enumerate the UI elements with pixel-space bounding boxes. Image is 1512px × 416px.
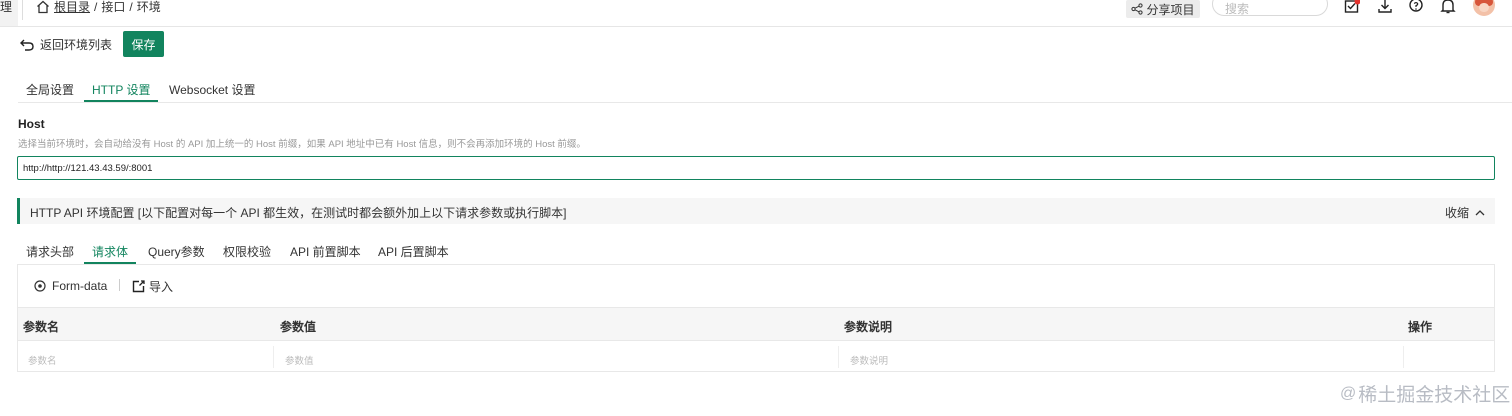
settings-tabs: 全局设置 HTTP 设置 Websocket 设置 [18,80,1512,103]
share-icon [1131,3,1144,15]
sidebar-stub[interactable]: 理 [0,0,18,26]
help-icon[interactable] [1408,0,1424,16]
tab-websocket-settings[interactable]: Websocket 设置 [161,82,263,102]
host-value: http://http://121.43.43.59/:8001 [23,163,153,174]
breadcrumb-root[interactable]: 根目录 [54,0,90,14]
breadcrumb-item-interface[interactable]: 接口 [101,0,125,14]
col-param-value: 参数值 [280,320,317,334]
sidebar-stub-text: 理 [0,0,13,14]
col-actions: 操作 [1408,320,1433,334]
tab-post-script[interactable]: API 后置脚本 [370,244,457,264]
request-body-panel: Form-data 导入 参数名 参数值 参数说明 操作 参数名 参数值 参数说… [17,264,1495,372]
tab-pre-script[interactable]: API 前置脚本 [282,244,369,264]
search-input[interactable]: 搜索 [1212,0,1328,16]
save-button[interactable]: 保存 [123,31,164,57]
param-value-input[interactable]: 参数值 [275,346,839,368]
tab-global-settings[interactable]: 全局设置 [18,82,82,102]
chevron-up-icon [1475,210,1485,216]
save-label: 保存 [131,37,156,52]
breadcrumb-item-environment: 环境 [136,0,161,14]
col-param-name: 参数名 [23,320,60,334]
params-table: 参数名 参数值 参数说明 操作 参数名 参数值 参数说明 [18,307,1494,373]
param-name-placeholder: 参数名 [28,356,57,367]
watermark-text: 稀土掘金技术社区 [1358,385,1511,406]
collapse-button[interactable]: 收缩 [1445,204,1485,221]
param-value-placeholder: 参数值 [285,356,314,367]
collapse-label: 收缩 [1444,206,1469,220]
watermark: @ 稀土掘金技术社区 [1340,380,1510,407]
divider [119,279,120,291]
table-header: 参数名 参数值 参数说明 操作 [18,307,1494,341]
host-title: Host [18,117,45,131]
watermark-at: @ [1340,384,1357,402]
search-placeholder: 搜索 [1225,2,1250,16]
breadcrumb-separator: / [129,0,133,14]
config-title: HTTP API 环境配置 [以下配置对每一个 API 都生效，在测试时都会额外… [30,206,567,220]
param-name-input[interactable]: 参数名 [18,346,274,368]
radio-selected-icon [34,280,46,292]
breadcrumb: 根目录 / 接口 / 环境 [36,0,161,14]
tab-request-body[interactable]: 请求体 [84,244,137,264]
top-bar: 理 根目录 / 接口 / 环境 分享项目 搜索 [0,0,1512,27]
avatar[interactable] [1473,0,1495,16]
divider [22,0,23,20]
import-icon [132,280,145,293]
import-button[interactable]: 导入 [132,278,173,295]
return-icon [20,39,34,51]
home-icon [37,0,49,14]
checklist-icon[interactable] [1344,0,1360,16]
bell-icon[interactable] [1440,0,1456,16]
host-description: 选择当前环境时，会自动给没有 Host 的 API 加上统一的 Host 前缀，… [18,139,586,150]
back-to-environment-list-button[interactable]: 返回环境列表 [20,36,112,53]
back-label: 返回环境列表 [40,38,113,52]
share-project-label: 分享项目 [1146,2,1195,17]
tab-auth[interactable]: 权限校验 [215,244,279,264]
share-project-button[interactable]: 分享项目 [1126,0,1200,18]
http-api-config-header: HTTP API 环境配置 [以下配置对每一个 API 都生效，在测试时都会额外… [17,198,1495,224]
tab-http-settings[interactable]: HTTP 设置 [84,82,159,102]
breadcrumb-separator: / [94,0,98,14]
tab-request-headers[interactable]: 请求头部 [18,244,82,264]
import-label: 导入 [149,280,174,294]
param-desc-input[interactable]: 参数说明 [840,346,1404,368]
request-config-tabs: 请求头部 请求体 Query参数 权限校验 API 前置脚本 API 后置脚本 [18,242,1512,264]
download-icon[interactable] [1377,0,1393,16]
tab-query-params[interactable]: Query参数 [140,244,213,264]
host-input[interactable]: http://http://121.43.43.59/:8001 [17,156,1495,180]
param-desc-placeholder: 参数说明 [850,356,889,367]
form-data-selector[interactable]: Form-data [34,279,107,293]
col-param-desc: 参数说明 [844,320,893,334]
form-data-label: Form-data [52,279,108,293]
table-row: 参数名 参数值 参数说明 [18,341,1494,373]
